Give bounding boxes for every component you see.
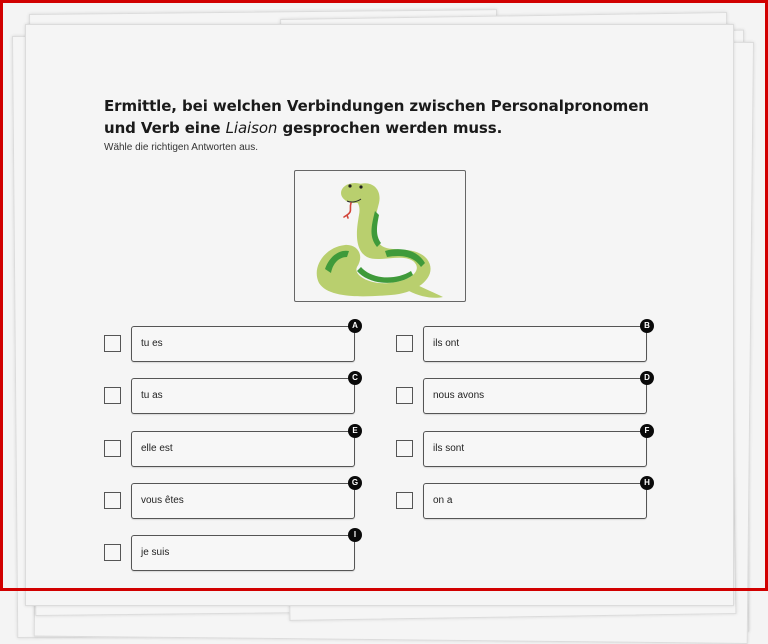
answer-letter-badge: H: [640, 476, 654, 490]
answer-text: ils sont: [433, 443, 465, 454]
answer-text: je suis: [141, 547, 170, 558]
answer-box[interactable]: ils sont F: [423, 424, 654, 467]
answer-checkbox[interactable]: [104, 492, 121, 509]
answer-letter-badge: C: [348, 371, 362, 385]
answer-text: ils ont: [433, 338, 460, 349]
answer-box[interactable]: nous avons D: [423, 371, 654, 414]
answer-box[interactable]: on a H: [423, 476, 654, 519]
task-title: Ermittle, bei welchen Verbindungen zwisc…: [104, 95, 664, 139]
answer-text: elle est: [141, 443, 173, 454]
answer-checkbox[interactable]: [104, 335, 121, 352]
answer-letter-badge: G: [348, 476, 362, 490]
snake-head: [341, 183, 369, 203]
answer-checkbox[interactable]: [396, 440, 413, 457]
answer-checkbox[interactable]: [396, 492, 413, 509]
snake-tail: [409, 283, 443, 298]
snake-tongue: [343, 202, 352, 219]
answer-text: tu as: [141, 390, 163, 401]
snake-eye: [359, 185, 363, 189]
answer-letter-badge: D: [640, 371, 654, 385]
snake-illustration: [294, 170, 466, 302]
answer-letter-badge: F: [640, 424, 654, 438]
answer-checkbox[interactable]: [396, 387, 413, 404]
answer-letter-badge: E: [348, 424, 362, 438]
answer-letter-badge: I: [348, 528, 362, 542]
answer-checkbox[interactable]: [396, 335, 413, 352]
task-instruction: Wähle die richtigen Antworten aus.: [104, 142, 258, 153]
title-italic-term: Liaison: [225, 119, 278, 137]
answer-checkbox[interactable]: [104, 440, 121, 457]
snake-eye: [348, 184, 352, 188]
answer-text: tu es: [141, 338, 163, 349]
answer-box[interactable]: tu es A: [131, 319, 362, 362]
answer-box[interactable]: ils ont B: [423, 319, 654, 362]
title-text-end: gesprochen werden muss.: [277, 119, 503, 137]
answer-checkbox[interactable]: [104, 387, 121, 404]
answer-box[interactable]: vous êtes G: [131, 476, 362, 519]
answer-text: nous avons: [433, 390, 485, 401]
snake-icon: [316, 183, 443, 298]
answer-letter-badge: B: [640, 319, 654, 333]
answer-text: on a: [433, 495, 453, 506]
answer-box[interactable]: je suis I: [131, 528, 362, 571]
answer-box[interactable]: tu as C: [131, 371, 362, 414]
answer-checkbox[interactable]: [104, 544, 121, 561]
answer-letter-badge: A: [348, 319, 362, 333]
answer-box[interactable]: elle est E: [131, 424, 362, 467]
answer-text: vous êtes: [141, 495, 184, 506]
